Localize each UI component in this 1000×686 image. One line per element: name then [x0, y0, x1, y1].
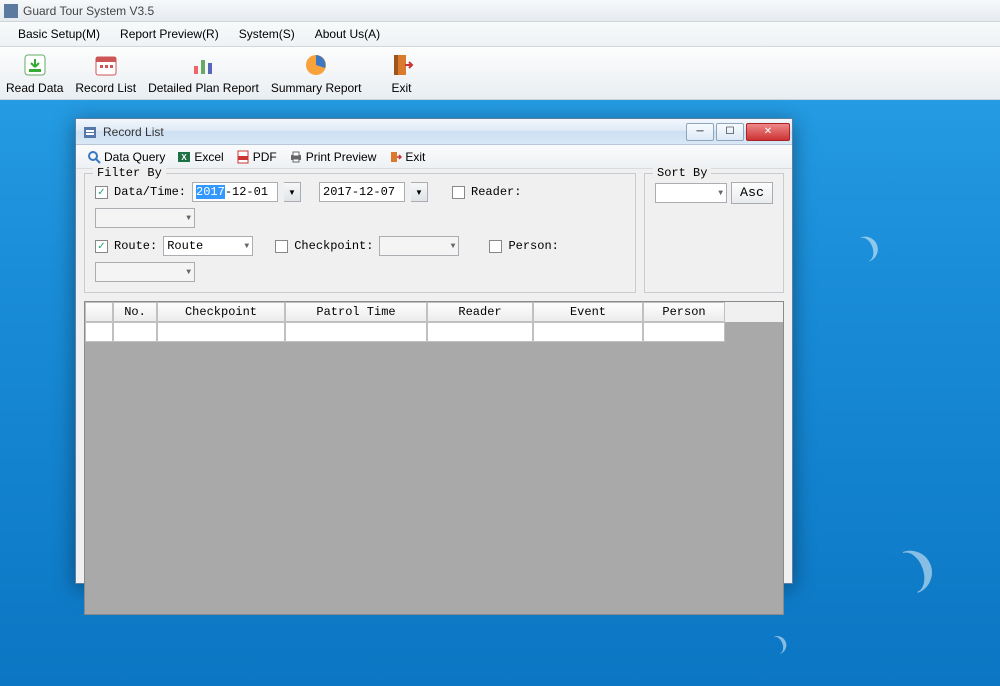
grid-header: No. Checkpoint Patrol Time Reader Event … [85, 302, 783, 322]
record-list-window: Record List ─ ☐ ✕ Data Query X Excel PDF [75, 118, 793, 584]
route-checkbox[interactable]: ✓ [95, 240, 108, 253]
pdf-button[interactable]: PDF [231, 148, 282, 166]
filter-legend: Filter By [93, 166, 166, 180]
window-controls: ─ ☐ ✕ [684, 123, 790, 141]
person-label: Person: [508, 239, 558, 253]
svg-text:X: X [182, 153, 188, 162]
col-no[interactable]: No. [113, 302, 157, 322]
main-titlebar: Guard Tour System V3.5 [0, 0, 1000, 22]
desktop-leaf-icon: ❩ [769, 629, 793, 658]
door-icon [388, 150, 402, 164]
bar-chart-icon [189, 51, 217, 79]
checkpoint-label: Checkpoint: [294, 239, 373, 253]
app-icon [4, 4, 18, 18]
excel-button[interactable]: X Excel [172, 148, 228, 166]
table-row[interactable] [85, 322, 783, 342]
toolbar-exit[interactable]: Exit [374, 51, 430, 95]
child-title: Record List [103, 125, 684, 139]
reader-label: Reader: [471, 185, 521, 199]
download-icon [21, 51, 49, 79]
date-checkbox[interactable]: ✓ [95, 186, 108, 199]
main-toolbar: Read Data Record List Detailed Plan Repo… [0, 47, 1000, 100]
asc-button[interactable]: Asc [731, 182, 773, 204]
pie-chart-icon [302, 51, 330, 79]
data-query-button[interactable]: Data Query [82, 148, 170, 166]
col-event[interactable]: Event [533, 302, 643, 322]
child-titlebar[interactable]: Record List ─ ☐ ✕ [76, 119, 792, 145]
person-combo[interactable]: ▼ [95, 262, 195, 282]
checkpoint-checkbox[interactable] [275, 240, 288, 253]
route-combo[interactable]: Route▼ [163, 236, 253, 256]
reader-checkbox[interactable] [452, 186, 465, 199]
menu-basic-setup[interactable]: Basic Setup(M) [8, 24, 110, 44]
date-from-dropdown[interactable]: ▼ [284, 182, 301, 202]
sort-by-group: Sort By ▼ Asc [644, 173, 784, 293]
filter-by-group: Filter By ✓ Data/Time: 2017-12-01 ▼ 2017… [84, 173, 636, 293]
window-icon [82, 124, 98, 140]
door-icon [388, 51, 416, 79]
pdf-icon [236, 150, 250, 164]
col-person[interactable]: Person [643, 302, 725, 322]
menu-system[interactable]: System(S) [229, 24, 305, 44]
calendar-icon [92, 51, 120, 79]
printer-icon [289, 150, 303, 164]
filter-panel: Filter By ✓ Data/Time: 2017-12-01 ▼ 2017… [76, 169, 792, 301]
route-label: Route: [114, 239, 157, 253]
date-to-input[interactable]: 2017-12-07 [319, 182, 405, 202]
excel-icon: X [177, 150, 191, 164]
menu-about-us[interactable]: About Us(A) [305, 24, 390, 44]
close-button[interactable]: ✕ [746, 123, 790, 141]
col-patrol-time[interactable]: Patrol Time [285, 302, 427, 322]
print-preview-button[interactable]: Print Preview [284, 148, 382, 166]
toolbar-summary-report[interactable]: Summary Report [271, 51, 362, 95]
main-window: Guard Tour System V3.5 Basic Setup(M) Re… [0, 0, 1000, 100]
reader-combo[interactable]: ▼ [95, 208, 195, 228]
child-exit-button[interactable]: Exit [383, 148, 430, 166]
minimize-button[interactable]: ─ [686, 123, 714, 141]
grid-corner [85, 302, 113, 322]
sort-legend: Sort By [653, 166, 711, 180]
date-from-input[interactable]: 2017-12-01 [192, 182, 278, 202]
maximize-button[interactable]: ☐ [716, 123, 744, 141]
col-checkpoint[interactable]: Checkpoint [157, 302, 285, 322]
desktop-leaf-icon: ❩ [854, 227, 887, 266]
toolbar-record-list[interactable]: Record List [75, 51, 136, 95]
desktop-leaf-icon: ❩ [891, 535, 948, 601]
results-grid[interactable]: No. Checkpoint Patrol Time Reader Event … [84, 301, 784, 615]
date-to-dropdown[interactable]: ▼ [411, 182, 428, 202]
toolbar-read-data[interactable]: Read Data [6, 51, 63, 95]
toolbar-detailed-plan-report[interactable]: Detailed Plan Report [148, 51, 259, 95]
search-icon [87, 150, 101, 164]
date-label: Data/Time: [114, 185, 186, 199]
checkpoint-combo[interactable]: ▼ [379, 236, 459, 256]
menubar: Basic Setup(M) Report Preview(R) System(… [0, 22, 1000, 47]
menu-report-preview[interactable]: Report Preview(R) [110, 24, 229, 44]
person-checkbox[interactable] [489, 240, 502, 253]
col-reader[interactable]: Reader [427, 302, 533, 322]
sort-combo[interactable]: ▼ [655, 183, 727, 203]
app-title: Guard Tour System V3.5 [23, 4, 154, 18]
